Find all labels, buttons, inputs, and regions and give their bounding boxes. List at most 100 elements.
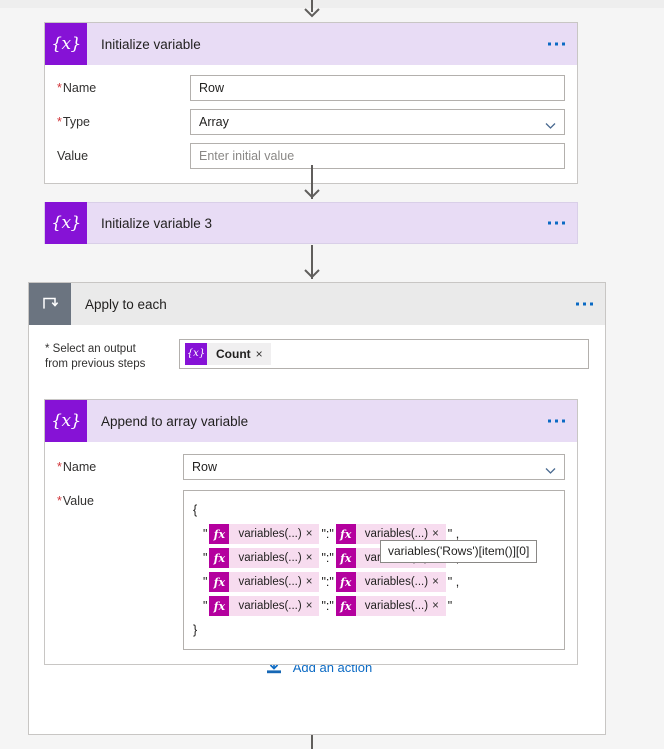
field-row-append-value: *Value { " fx variables(...) × ":" fx va… [57, 490, 565, 650]
quote-open: " [203, 527, 208, 541]
token-remove-icon[interactable]: × [306, 528, 320, 540]
fx-icon: fx [335, 572, 356, 592]
card-header-initialize-variable-3[interactable]: {x} Initialize variable 3 [44, 202, 578, 244]
quote-open: " [203, 599, 208, 613]
ellipsis-dot [555, 419, 558, 423]
value-line-close-brace: } [193, 618, 555, 642]
field-label-name-text: Name [62, 81, 97, 95]
expression-token-label: variables(...) [364, 576, 429, 588]
append-value-editor[interactable]: { " fx variables(...) × ":" fx variables… [183, 490, 565, 650]
ellipsis-dot [562, 419, 565, 423]
close-brace: } [193, 623, 198, 637]
expression-token-label: variables(...) [364, 600, 429, 612]
token-remove-icon[interactable]: × [256, 347, 271, 361]
connector-bottom [311, 735, 313, 749]
value-input[interactable]: Enter initial value [190, 143, 565, 169]
open-brace: { [193, 503, 198, 517]
variable-icon-glyph: {x} [51, 212, 81, 233]
card-title-initialize-variable-3: Initialize variable 3 [101, 215, 213, 231]
field-label-type-text: Type [62, 115, 90, 129]
row-suffix: " , [447, 527, 460, 541]
chevron-down-icon [545, 464, 556, 474]
key-value-separator: ":" [321, 527, 334, 541]
row-suffix: " , [447, 575, 460, 589]
fx-icon: fx [335, 548, 356, 568]
fx-icon-glyph: fx [213, 575, 226, 589]
field-row-select-output: * Select an output from previous steps {… [45, 339, 589, 372]
append-name-value: Row [192, 460, 218, 474]
expression-token[interactable]: fx variables(...) × [335, 596, 446, 616]
type-dropdown[interactable]: Array [190, 109, 565, 135]
field-label-select-output: * Select an output from previous steps [45, 339, 179, 372]
ellipsis-dot [562, 42, 565, 46]
expression-token[interactable]: fx variables(...) × [209, 596, 320, 616]
fx-icon: fx [335, 596, 356, 616]
connector-arrow-2 [303, 269, 321, 279]
expression-token[interactable]: fx variables(...) × [335, 572, 446, 592]
expression-token[interactable]: fx variables(...) × [209, 524, 320, 544]
fx-icon-glyph: fx [213, 599, 226, 613]
variable-icon: {x} [45, 202, 87, 244]
expression-token[interactable]: fx variables(...) × [209, 548, 320, 568]
expression-token-label: variables(...) [364, 528, 429, 540]
quote-open: " [203, 575, 208, 589]
field-label-select-output-line2: from previous steps [45, 358, 146, 370]
field-row-append-name: *Name Row [57, 454, 565, 480]
token-remove-icon[interactable]: × [306, 600, 320, 612]
expression-token[interactable]: fx variables(...) × [209, 572, 320, 592]
name-input[interactable]: Row [190, 75, 565, 101]
ellipsis-dot [548, 419, 551, 423]
fx-icon-glyph: fx [213, 551, 226, 565]
select-output-input[interactable]: {x} Count × [179, 339, 589, 369]
variable-icon: {x} [45, 23, 87, 65]
card-title-append-to-array-variable: Append to array variable [101, 413, 249, 429]
card-title-apply-to-each: Apply to each [85, 296, 167, 312]
ellipsis-dot [562, 221, 565, 225]
overflow-menu-append-to-array-variable[interactable] [548, 419, 565, 423]
fx-icon: fx [209, 548, 230, 568]
token-remove-icon[interactable]: × [306, 576, 320, 588]
action-card-append-to-array-variable[interactable]: {x} Append to array variable *Name Row *… [44, 399, 578, 665]
key-value-separator: ":" [321, 599, 334, 613]
row-suffix: " [447, 599, 453, 613]
expression-token-label: variables(...) [238, 528, 302, 540]
ellipsis-dot [555, 221, 558, 225]
card-header-apply-to-each[interactable]: Apply to each [29, 283, 605, 325]
field-label-append-value-text: Value [62, 494, 94, 508]
token-remove-icon[interactable]: × [432, 528, 446, 540]
field-label-select-output-line1: * Select an output [45, 343, 136, 355]
canvas-top-strip [0, 0, 664, 8]
action-card-initialize-variable[interactable]: {x} Initialize variable *Name Row *Type … [44, 22, 578, 184]
fx-icon: fx [209, 572, 230, 592]
fx-icon-glyph: fx [340, 575, 352, 589]
value-line-open-brace: { [193, 498, 555, 522]
token-remove-icon[interactable]: × [432, 576, 446, 588]
card-title-initialize-variable: Initialize variable [101, 36, 201, 52]
apply-to-each-body: * Select an output from previous steps {… [29, 325, 605, 372]
token-remove-icon[interactable]: × [432, 600, 446, 612]
quote-open: " [203, 551, 208, 565]
expression-tooltip: variables('Rows')[item()][0] [380, 540, 538, 563]
overflow-menu-initialize-variable-3[interactable] [548, 221, 565, 225]
card-header-initialize-variable[interactable]: {x} Initialize variable [45, 23, 577, 65]
connector-arrow-top [303, 8, 321, 18]
action-card-initialize-variable-3[interactable]: {x} Initialize variable 3 [44, 202, 578, 244]
required-asterisk: * [57, 460, 62, 474]
fx-icon: fx [335, 524, 356, 544]
token-remove-icon[interactable]: × [306, 552, 320, 564]
field-row-name: *Name Row [57, 75, 565, 101]
append-name-dropdown[interactable]: Row [183, 454, 565, 480]
variable-icon: {x} [45, 400, 87, 442]
required-asterisk: * [57, 81, 62, 95]
value-token-row: " fx variables(...) × ":" fx variables(.… [193, 570, 555, 594]
variable-icon-glyph: {x} [51, 410, 81, 431]
variable-icon: {x} [185, 343, 207, 365]
fx-icon-glyph: fx [340, 551, 352, 565]
card-body-append-to-array-variable: *Name Row * Value { " fx variables(...) ×… [45, 442, 577, 664]
overflow-menu-apply-to-each[interactable] [576, 302, 593, 306]
card-header-append-to-array-variable[interactable]: {x} Append to array variable [45, 400, 577, 442]
field-label-value: Value [57, 149, 89, 163]
variable-icon-glyph: {x} [51, 33, 81, 54]
token-count[interactable]: {x} Count × [185, 343, 271, 365]
overflow-menu-initialize-variable[interactable] [548, 42, 565, 46]
